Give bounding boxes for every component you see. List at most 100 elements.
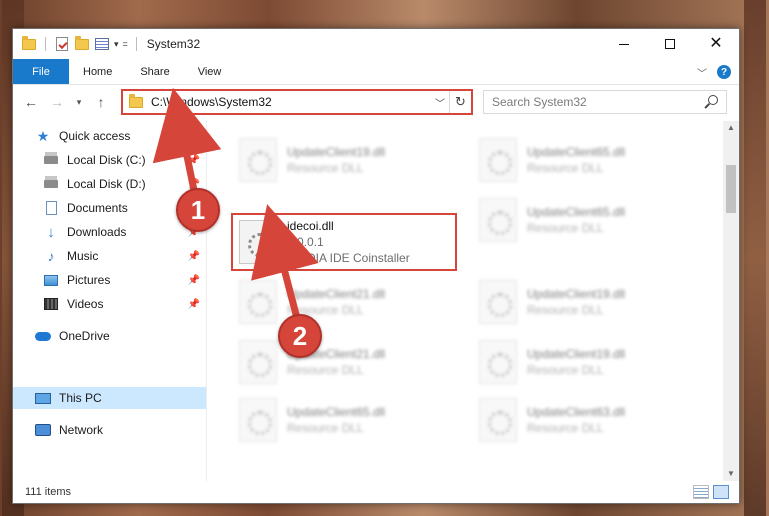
- properties-check-icon[interactable]: [54, 36, 70, 52]
- file-type: Resource DLL: [527, 161, 604, 175]
- close-button[interactable]: ✕: [693, 29, 739, 59]
- minimize-icon: [619, 43, 629, 45]
- downloads-icon: ↓: [47, 223, 55, 241]
- recent-locations-icon[interactable]: ▾: [69, 92, 89, 112]
- refresh-icon[interactable]: ↻: [449, 91, 471, 113]
- file-name: UpdateClient21.dll: [287, 287, 386, 301]
- pin-icon[interactable]: 📌: [188, 275, 200, 286]
- expand-ribbon-icon[interactable]: ﹀: [697, 65, 707, 80]
- onedrive-icon: [35, 328, 51, 344]
- divider: [45, 37, 46, 51]
- tab-view[interactable]: View: [184, 59, 236, 84]
- dll-file-icon: [239, 340, 277, 384]
- sidebar-item-pictures[interactable]: Pictures 📌: [13, 269, 206, 291]
- sidebar-item-label: OneDrive: [59, 329, 110, 343]
- step-badge-1: 1: [176, 188, 220, 232]
- ribbon-right: ﹀ ?: [697, 59, 731, 85]
- navigation-bar: ← → ▾ ↑ C:\Windows\System32 ﹀ ↻ Search S…: [13, 85, 739, 119]
- file-item[interactable]: UpdateClient65.dll Resource DLL: [233, 393, 463, 447]
- file-item[interactable]: UpdateClient21.dll Resource DLL: [233, 335, 463, 389]
- sidebar-item-label: This PC: [59, 391, 102, 405]
- maximize-button[interactable]: [647, 29, 693, 59]
- customize-toolbar-icon[interactable]: =: [123, 39, 128, 49]
- file-item[interactable]: UpdateClient19.dll Resource DLL: [233, 133, 463, 187]
- tiles-view-icon[interactable]: [713, 485, 729, 499]
- back-arrow-icon[interactable]: ←: [21, 92, 41, 112]
- address-dropdown-icon[interactable]: ﹀: [431, 95, 449, 110]
- divider: [135, 37, 137, 51]
- file-type: Resource DLL: [527, 363, 604, 377]
- drive-icon: [43, 152, 59, 168]
- music-icon: ♪: [47, 248, 55, 264]
- sidebar-item-label: Local Disk (D:): [67, 177, 146, 191]
- details-view-icon[interactable]: [693, 485, 709, 499]
- file-item[interactable]: UpdateClient19.dll Resource DLL: [473, 335, 703, 389]
- quick-access-toolbar: ▾ =: [13, 35, 141, 52]
- search-input[interactable]: Search System32: [483, 90, 727, 114]
- search-placeholder[interactable]: Search System32: [492, 95, 704, 109]
- sidebar-item-downloads[interactable]: ↓ Downloads 📌: [13, 221, 206, 243]
- sidebar-item-quick-access[interactable]: ★ Quick access: [13, 125, 206, 147]
- minimize-button[interactable]: [601, 29, 647, 59]
- dll-file-icon: [479, 280, 517, 324]
- maximize-icon: [665, 39, 675, 49]
- forward-arrow-icon[interactable]: →: [47, 92, 67, 112]
- dll-file-icon: [479, 398, 517, 442]
- sidebar-item-this-pc[interactable]: This PC: [13, 387, 206, 409]
- sidebar-item-local-disk-d[interactable]: Local Disk (D:) 📌: [13, 173, 206, 195]
- tab-home[interactable]: Home: [69, 59, 126, 84]
- tab-file[interactable]: File: [13, 59, 69, 84]
- scrollbar-thumb[interactable]: [726, 165, 736, 213]
- help-icon[interactable]: ?: [717, 65, 731, 79]
- vertical-scrollbar[interactable]: ▲ ▼: [723, 121, 739, 481]
- search-icon[interactable]: [704, 95, 718, 109]
- properties-icon[interactable]: [94, 36, 110, 52]
- sidebar-item-label: Videos: [67, 297, 104, 311]
- file-item[interactable]: UpdateClient63.dll Resource DLL: [473, 393, 703, 447]
- sidebar-item-label: Music: [67, 249, 99, 263]
- dll-file-icon: [479, 340, 517, 384]
- pin-icon[interactable]: 📌: [188, 299, 200, 310]
- sidebar-item-videos[interactable]: Videos 📌: [13, 293, 206, 315]
- sidebar-item-label: Pictures: [67, 273, 111, 287]
- sidebar-item-label: Downloads: [67, 225, 127, 239]
- file-name: UpdateClient65.dll: [287, 405, 386, 419]
- file-name: UpdateClient63.dll: [527, 405, 626, 419]
- address-bar[interactable]: C:\Windows\System32 ﹀ ↻: [121, 89, 473, 115]
- navigation-pane: ★ Quick access Local Disk (C:) 📌 Local D…: [13, 121, 207, 481]
- file-type: Resource DLL: [287, 421, 364, 435]
- file-item[interactable]: UpdateClient21.dll Resource DLL: [233, 275, 463, 329]
- item-count: 111 items: [25, 486, 72, 498]
- pin-icon[interactable]: 📌: [188, 251, 200, 262]
- file-name: UpdateClient65.dll: [527, 205, 626, 219]
- scroll-up-icon[interactable]: ▲: [723, 121, 739, 135]
- sidebar-item-label: Local Disk (C:): [67, 153, 146, 167]
- ribbon-tabs: File Home Share View ﹀ ?: [13, 59, 739, 85]
- highlight-box: [231, 213, 457, 271]
- dll-file-icon: [239, 398, 277, 442]
- scroll-down-icon[interactable]: ▼: [723, 467, 739, 481]
- file-name: UpdateClient65.dll: [527, 145, 626, 159]
- pin-icon[interactable]: 📌: [188, 155, 200, 166]
- sidebar-item-music[interactable]: ♪ Music 📌: [13, 245, 206, 267]
- drive-icon: [43, 176, 59, 192]
- file-item[interactable]: UpdateClient19.dll Resource DLL: [473, 275, 703, 329]
- network-icon: [35, 422, 51, 438]
- sidebar-item-onedrive[interactable]: OneDrive: [13, 325, 206, 347]
- sidebar-item-network[interactable]: Network: [13, 419, 206, 441]
- tab-share[interactable]: Share: [126, 59, 183, 84]
- chevron-down-icon[interactable]: ▾: [114, 39, 119, 50]
- file-item[interactable]: UpdateClient65.dll Resource DLL: [473, 193, 703, 247]
- folder-icon: [129, 93, 143, 108]
- address-path[interactable]: C:\Windows\System32: [151, 95, 431, 109]
- file-type: Resource DLL: [287, 363, 364, 377]
- up-arrow-icon[interactable]: ↑: [91, 92, 111, 112]
- file-item[interactable]: UpdateClient65.dll Resource DLL: [473, 133, 703, 187]
- folder-icon: [21, 35, 37, 52]
- sidebar-item-local-disk-c[interactable]: Local Disk (C:) 📌: [13, 149, 206, 171]
- this-pc-icon: [35, 390, 51, 406]
- new-folder-icon[interactable]: [74, 35, 90, 52]
- file-name: UpdateClient19.dll: [527, 287, 626, 301]
- status-bar: 111 items: [13, 481, 739, 503]
- dll-file-icon: [239, 280, 277, 324]
